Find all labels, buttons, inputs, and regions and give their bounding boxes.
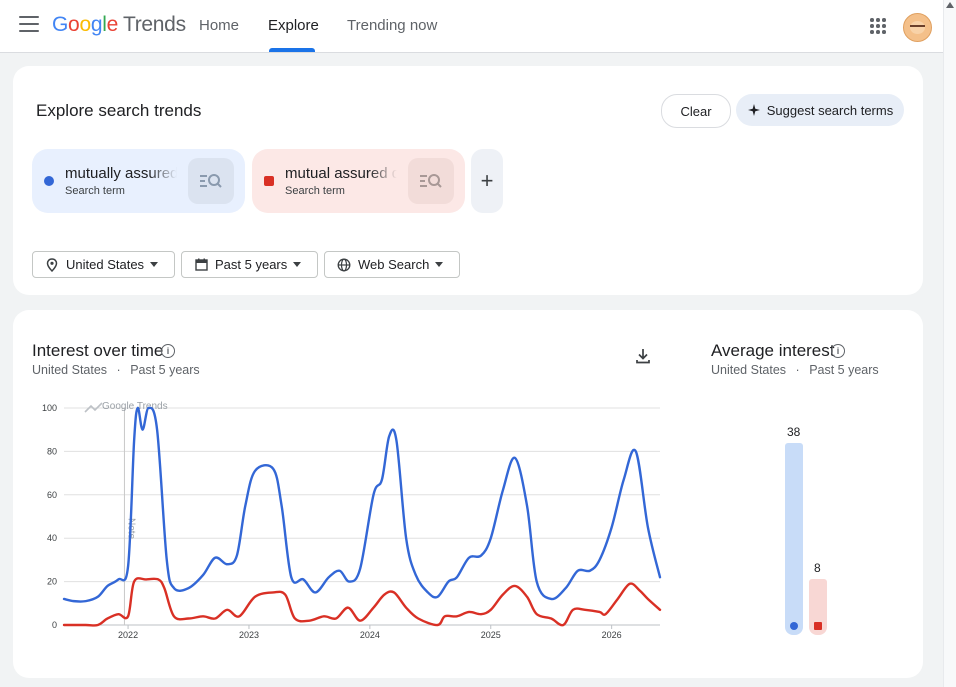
x-tick-label: 2024 [360, 630, 380, 640]
scroll-up-arrow-icon[interactable] [946, 2, 954, 8]
account-avatar[interactable] [903, 13, 932, 42]
y-tick-label: 100 [42, 403, 57, 413]
property-dropdown[interactable]: Web Search [324, 251, 460, 278]
region-value: United States [66, 257, 145, 272]
region-dropdown[interactable]: United States [32, 251, 175, 278]
chevron-down-icon [293, 262, 301, 267]
average-value-2: 8 [814, 560, 821, 575]
search-term-chip-2[interactable]: mutual assured destruction Search term [252, 149, 465, 213]
x-tick-label: 2025 [481, 630, 501, 640]
logo-product: Trends [122, 13, 186, 36]
average-bar-2 [809, 578, 827, 615]
nav-active-indicator [269, 48, 315, 52]
watermark-label: Google Trends [102, 401, 168, 412]
search-term-chip-1[interactable]: mutually assured destruction Search term [32, 149, 245, 213]
y-tick-label: 40 [47, 533, 57, 543]
average-value-1: 38 [787, 425, 801, 439]
y-tick-label: 80 [47, 446, 57, 456]
average-bar-1 [785, 443, 803, 615]
chevron-down-icon [435, 262, 443, 267]
term-2-type: Search term [285, 185, 345, 197]
interest-card: Interest over time i United States · Pas… [13, 310, 923, 678]
sparkle-icon [747, 104, 760, 116]
explore-card: Explore search trends Clear Suggest sear… [13, 66, 923, 295]
term-2-search-icon[interactable] [408, 158, 454, 204]
term-2-name: mutual assured destruction [285, 165, 397, 182]
nav-home[interactable]: Home [199, 17, 239, 34]
term-1-color-dot [44, 176, 54, 186]
google-trends-logo[interactable]: Google Trends [52, 13, 186, 37]
suggest-search-terms-button[interactable]: Suggest search terms [736, 94, 904, 126]
y-tick-label: 0 [52, 620, 57, 630]
term-1-name: mutually assured destruction [65, 165, 177, 182]
average-marker-1 [785, 615, 803, 635]
x-tick-label: 2022 [118, 630, 138, 640]
y-tick-label: 60 [47, 490, 57, 500]
nav-trending-now[interactable]: Trending now [347, 17, 437, 34]
nav-explore[interactable]: Explore [268, 17, 319, 34]
top-bar: Google Trends Home Explore Trending now [0, 0, 944, 53]
series-line-mutual-assured-destruction [62, 577, 662, 627]
explore-title: Explore search trends [36, 101, 202, 120]
chevron-down-icon [150, 262, 158, 267]
location-pin-icon [45, 257, 59, 272]
y-tick-label: 20 [47, 577, 57, 587]
property-value: Web Search [358, 257, 430, 272]
average-marker-2 [809, 615, 827, 635]
clear-button[interactable]: Clear [661, 94, 731, 128]
apps-grid-icon[interactable] [870, 18, 886, 34]
calendar-icon [194, 258, 208, 272]
menu-icon[interactable] [19, 16, 39, 34]
plus-icon: + [480, 168, 494, 193]
suggest-label: Suggest search terms [766, 102, 894, 118]
time-range-value: Past 5 years [215, 257, 288, 272]
series-line-mutually-assured-destruction [62, 406, 662, 603]
x-tick-label: 2026 [602, 630, 622, 640]
page-scrollbar[interactable] [943, 0, 956, 687]
term-1-type: Search term [65, 185, 125, 197]
logo-google: Google [52, 13, 118, 36]
time-range-dropdown[interactable]: Past 5 years [181, 251, 318, 278]
globe-icon [337, 258, 351, 272]
add-term-button[interactable]: + [471, 149, 503, 213]
x-tick-label: 2023 [239, 630, 259, 640]
term-2-color-square [264, 176, 274, 186]
term-1-search-icon[interactable] [188, 158, 234, 204]
